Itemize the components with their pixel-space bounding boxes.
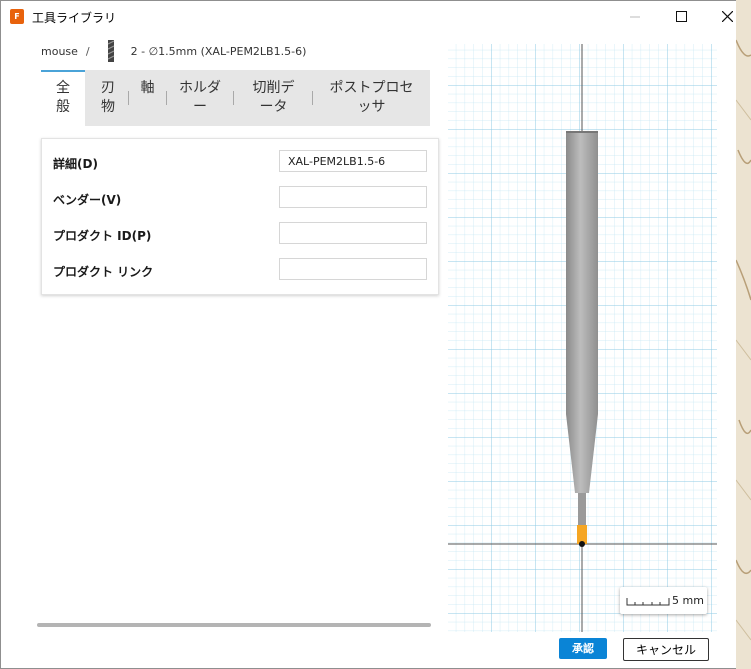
- breadcrumb-tool: 2 - ∅1.5mm (XAL-PEM2LB1.5-6): [130, 44, 307, 58]
- product-id-field[interactable]: [279, 222, 427, 244]
- breadcrumb: mouse / 2 - ∅1.5mm (XAL-PEM2LB1.5-6): [41, 40, 307, 62]
- close-icon: [721, 11, 733, 22]
- product-link-field[interactable]: [279, 258, 427, 280]
- maximize-icon: [675, 11, 687, 22]
- tab-holder-label-2: ー: [193, 99, 207, 115]
- vendor-field[interactable]: [279, 186, 427, 208]
- maximize-button[interactable]: [658, 1, 704, 32]
- breadcrumb-library[interactable]: mouse: [41, 45, 78, 58]
- tab-divider: [233, 91, 234, 105]
- tool-preview-viewport[interactable]: [448, 44, 717, 632]
- tab-shaft-label-1: 軸: [140, 80, 155, 96]
- scale-indicator: 5 mm: [620, 587, 707, 614]
- tab-holder[interactable]: ホルダ ー: [168, 70, 232, 126]
- accept-button[interactable]: 承認: [559, 638, 607, 659]
- tab-cutter[interactable]: 刃 物: [89, 70, 127, 126]
- cancel-button[interactable]: キャンセル: [623, 638, 709, 661]
- tab-shaft[interactable]: 軸: [130, 70, 165, 126]
- scale-label: 5 mm: [672, 594, 704, 607]
- tab-holder-label-1: ホルダ: [179, 80, 221, 96]
- tab-cutter-label-2: 物: [101, 99, 115, 115]
- minimize-button[interactable]: [612, 1, 658, 32]
- tab-post-processor[interactable]: ポストプロセ ッサ: [314, 70, 429, 126]
- tab-post-processor-label-2: ッサ: [357, 99, 386, 115]
- general-info-panel: 詳細(D) XAL-PEM2LB1.5-6 ベンダー(V) プロダクト ID(P…: [41, 138, 439, 295]
- endmill-thumbnail-icon: [107, 40, 114, 62]
- tab-general-label-1: 全: [56, 80, 70, 96]
- tab-divider: [128, 91, 129, 105]
- tool-library-window: F 工具ライブラリ mouse / 2 - ∅1.5mm (XAL-PEM2LB…: [0, 0, 751, 669]
- breadcrumb-separator: /: [85, 44, 90, 58]
- tab-divider: [312, 91, 313, 105]
- tab-general-label-2: 般: [56, 99, 70, 115]
- product-link-label: プロダクト リンク: [53, 265, 154, 279]
- tab-general[interactable]: 全 般: [41, 70, 85, 126]
- vendor-label: ベンダー(V): [53, 193, 122, 207]
- description-label: 詳細(D): [53, 157, 98, 171]
- tab-divider: [166, 91, 167, 105]
- tab-cutter-label-1: 刃: [101, 80, 115, 96]
- tab-bar: 全 般 刃 物 軸 ホルダ ー 切削デ ータ ポストプロセ ッサ: [41, 70, 430, 126]
- tab-cutting-data-label-2: ータ: [259, 99, 288, 115]
- description-field[interactable]: XAL-PEM2LB1.5-6: [279, 150, 427, 172]
- horizontal-scrollbar[interactable]: [37, 623, 431, 627]
- tab-cutting-data-label-1: 切削デ: [252, 80, 295, 96]
- scale-ruler-icon: [626, 598, 670, 606]
- tab-cutting-data[interactable]: 切削デ ータ: [235, 70, 312, 126]
- window-title: 工具ライブラリ: [32, 11, 117, 25]
- app-icon: F: [10, 9, 24, 24]
- product-id-label: プロダクト ID(P): [53, 229, 152, 243]
- minimize-icon: [630, 16, 640, 17]
- tab-post-processor-label-1: ポストプロセ: [329, 80, 414, 96]
- title-bar: F 工具ライブラリ: [1, 1, 750, 32]
- background-wood-texture: [736, 0, 751, 669]
